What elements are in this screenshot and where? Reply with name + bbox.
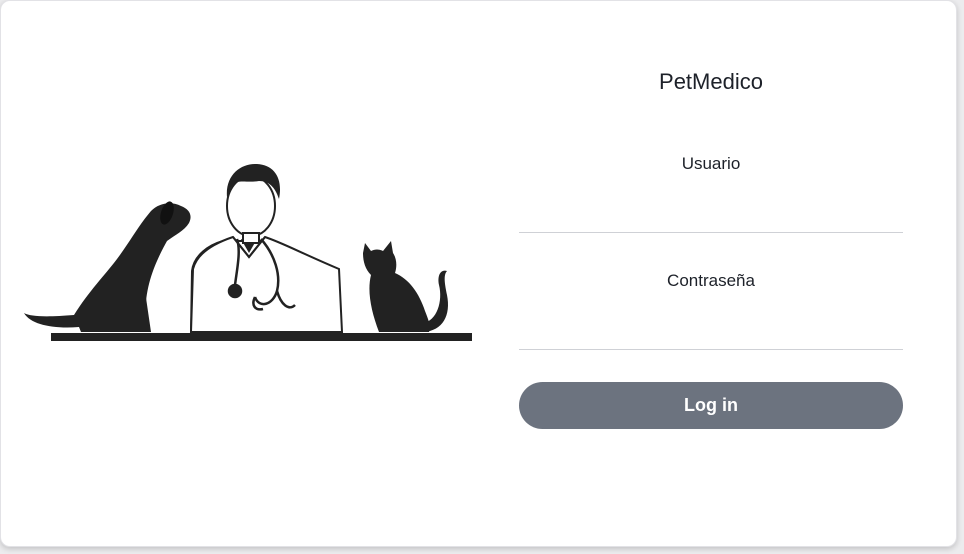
password-input[interactable] bbox=[519, 306, 903, 350]
vet-illustration bbox=[24, 163, 472, 341]
ground-bar bbox=[51, 333, 472, 341]
app-title: PetMedico bbox=[659, 69, 763, 94]
username-input[interactable] bbox=[519, 189, 903, 233]
login-button[interactable]: Log in bbox=[519, 382, 903, 429]
password-label: Contraseña bbox=[667, 271, 755, 290]
cat-silhouette-icon bbox=[363, 241, 448, 332]
login-card: PetMedico Usuario Contraseña Log in bbox=[0, 0, 957, 547]
dog-silhouette-icon bbox=[24, 201, 191, 332]
username-label: Usuario bbox=[681, 154, 741, 173]
